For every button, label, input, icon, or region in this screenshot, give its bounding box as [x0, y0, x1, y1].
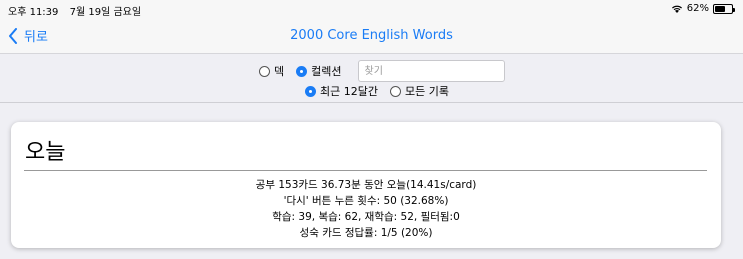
radio-collection-label: 컬렉션 [311, 65, 342, 78]
battery-percent: 62% [686, 3, 709, 14]
radio-deck-label: 덱 [274, 65, 285, 78]
radio-collection[interactable]: 컬렉션 [296, 63, 342, 79]
wifi-icon [671, 5, 682, 13]
stats-line: 학습: 39, 복습: 62, 재학습: 52, 필터됨:0 [272, 211, 460, 223]
stats-line: 공부 153카드 36.73분 동안 오늘(14.41s/card) [255, 179, 477, 191]
status-right: 62% [671, 3, 735, 14]
card-title: 오늘 [25, 140, 66, 165]
period-row: 최근 12달간 모든 기록 [305, 83, 461, 99]
battery-fill [715, 5, 725, 12]
status-left: 오후 11:39 7월 19일 금요일 [8, 3, 149, 18]
stats-text: 공부 153카드 36.73분 동안 오늘(14.41s/card) '다시' … [11, 177, 721, 241]
radio-all-history[interactable]: 모든 기록 [389, 83, 449, 99]
radio-recent-12-months[interactable]: 최근 12달간 [305, 83, 378, 99]
status-time: 오후 11:39 [8, 7, 59, 18]
stats-line: '다시' 버튼 누른 횟수: 50 (32.68%) [283, 195, 449, 207]
today-stats-card: 오늘 공부 153카드 36.73분 동안 오늘(14.41s/card) '다… [11, 122, 721, 248]
search-input[interactable] [357, 60, 505, 82]
status-date: 7월 19일 금요일 [69, 7, 142, 18]
radio-all-circle [389, 85, 401, 97]
radio-deck[interactable]: 덱 [259, 63, 284, 79]
radio-recent-circle [305, 85, 316, 97]
radio-collection-circle [296, 65, 308, 77]
divider [24, 170, 707, 171]
radio-deck-circle [259, 65, 270, 77]
navigation-bar: 뒤로 2000 Core English Words [0, 18, 743, 54]
page-title: 2000 Core English Words [290, 28, 453, 43]
filter-toolbar: 덱 컬렉션 최근 12달간 모든 기록 [0, 55, 743, 103]
scope-row: 덱 컬렉션 [259, 60, 505, 82]
battery-icon [713, 3, 735, 14]
stats-line: 성숙 카드 정답률: 1/5 (20%) [299, 227, 433, 239]
status-bar: 오후 11:39 7월 19일 금요일 62% [0, 0, 743, 18]
radio-all-label: 모든 기록 [404, 85, 449, 98]
radio-recent-label: 최근 12달간 [320, 85, 378, 98]
